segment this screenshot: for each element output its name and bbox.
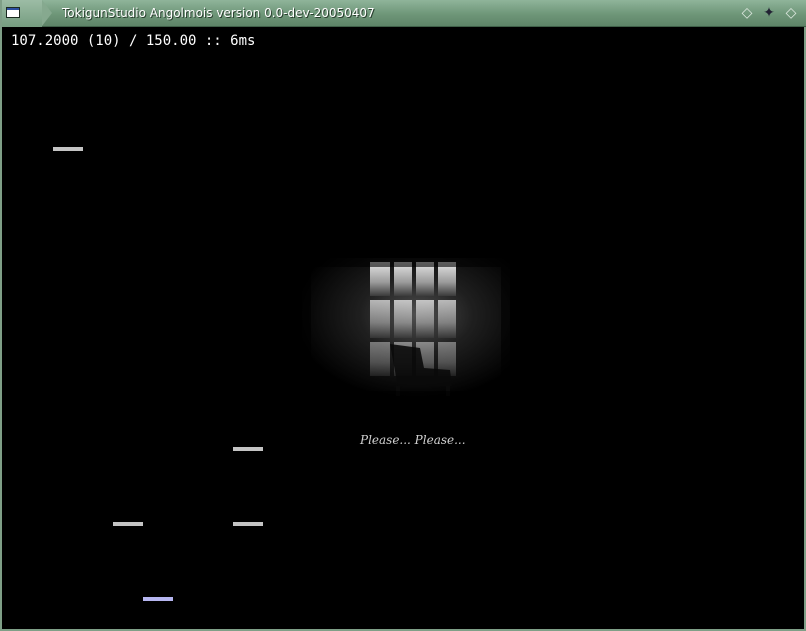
app-window-icon[interactable] — [6, 7, 20, 18]
title-bar-menu-area[interactable] — [2, 0, 52, 27]
note — [53, 147, 83, 151]
bga-caption: Please... Please... — [360, 433, 466, 447]
window-title: TokigunStudio Angolmois version 0.0-dev-… — [62, 6, 375, 20]
note — [233, 522, 263, 526]
note — [233, 447, 263, 451]
window-controls: ◇ ✦ ◇ — [740, 4, 804, 22]
hud-stats: 107.2000 (10) / 150.00 :: 6ms — [11, 33, 256, 49]
minimize-icon[interactable]: ◇ — [740, 6, 754, 20]
close-icon[interactable]: ◇ — [784, 6, 798, 20]
note-highlighted — [143, 597, 173, 601]
note — [113, 522, 143, 526]
maximize-icon[interactable]: ✦ — [762, 6, 776, 20]
game-window: TokigunStudio Angolmois version 0.0-dev-… — [0, 0, 806, 631]
title-bar[interactable]: TokigunStudio Angolmois version 0.0-dev-… — [2, 0, 806, 27]
window-silhouette-image — [302, 258, 510, 400]
